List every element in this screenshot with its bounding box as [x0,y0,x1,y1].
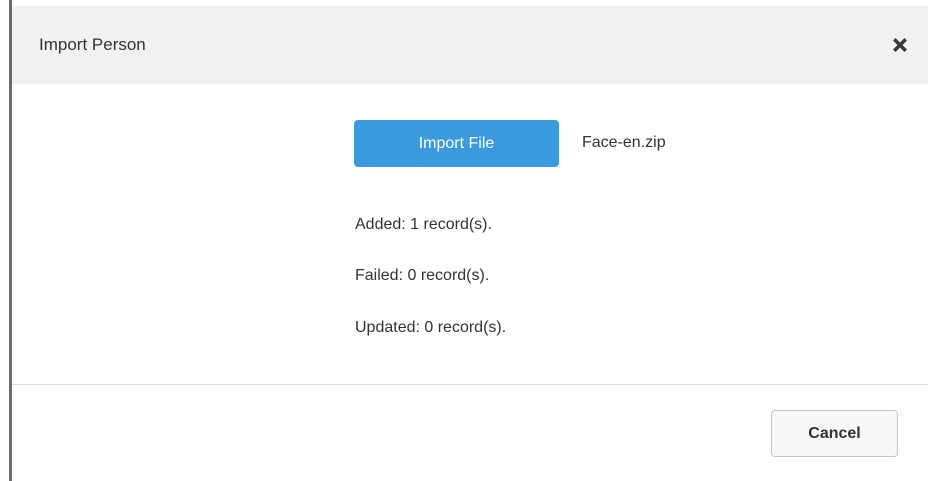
added-records-text: Added: 1 record(s). [355,216,492,233]
footer-divider [12,384,928,385]
selected-file-name: Face-en.zip [582,134,666,151]
close-icon[interactable] [888,33,912,57]
cancel-button[interactable]: Cancel [771,410,898,457]
left-margin [0,0,9,481]
dialog-header: Import Person [12,6,928,84]
close-x-icon [893,38,907,52]
dialog-title: Import Person [39,35,146,54]
failed-records-text: Failed: 0 record(s). [355,267,490,284]
updated-records-text: Updated: 0 record(s). [355,319,507,336]
import-file-button[interactable]: Import File [354,120,559,167]
import-person-dialog: Import Person Import File Face-en.zip Ad… [12,6,928,481]
